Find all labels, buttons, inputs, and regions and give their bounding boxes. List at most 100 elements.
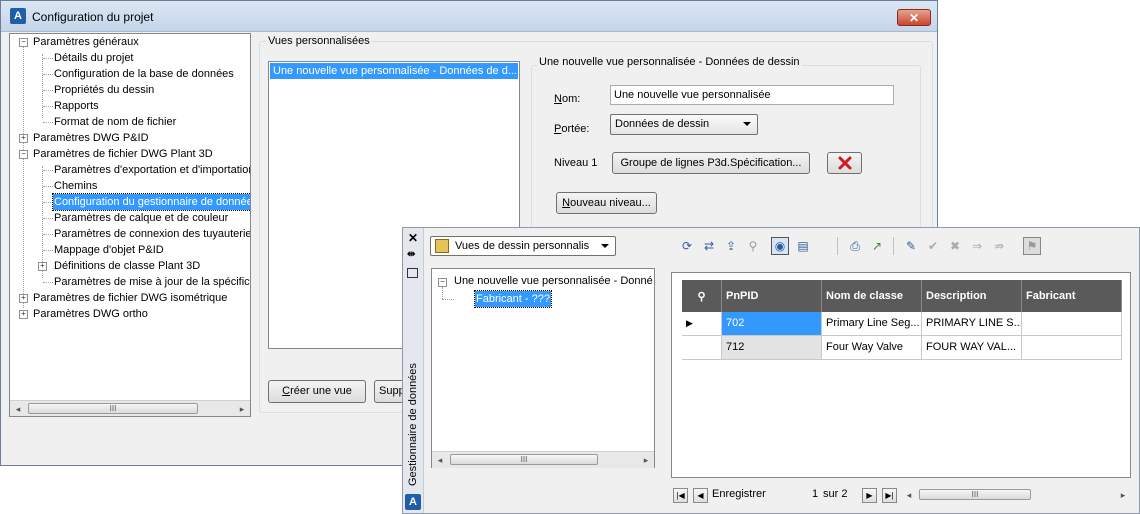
tree-item-plant3d-class-definitions[interactable]: Définitions de classe Plant 3D	[54, 258, 200, 274]
scope-dropdown[interactable]: Données de dessin	[610, 114, 758, 135]
tree-horizontal-scrollbar[interactable]: ◂ III ▸	[432, 451, 654, 468]
red-x-icon	[838, 156, 851, 170]
palette-sidebar: ✕ ⇹ Gestionnaire de données A	[403, 228, 424, 513]
cell-class-name[interactable]: Primary Line Seg...	[822, 312, 922, 336]
tree-item-ortho-dwg-settings[interactable]: Paramètres DWG ortho	[33, 306, 148, 322]
tree-item-manufacturer[interactable]: Fabricant - ???	[474, 290, 552, 308]
filter-icon[interactable]: ⚲	[745, 238, 761, 254]
scroll-thumb[interactable]: III	[28, 403, 198, 414]
tree-item-iso-dwg-settings[interactable]: Paramètres de fichier DWG isométrique	[33, 290, 227, 306]
column-header-manufacturer[interactable]: Fabricant	[1022, 280, 1122, 312]
tree-item-drawing-properties[interactable]: Propriétés du dessin	[54, 82, 154, 98]
tree-item-database-configuration[interactable]: Configuration de la base de données	[54, 66, 234, 82]
tree-item-filename-format[interactable]: Format de nom de fichier	[54, 114, 176, 130]
grid-search-icon[interactable]: ⚲	[682, 280, 722, 312]
close-icon[interactable]: ✕	[408, 231, 418, 245]
column-header-description[interactable]: Description	[922, 280, 1022, 312]
tree-item-general-settings[interactable]: Paramètres généraux	[33, 34, 139, 50]
reject-all-icon[interactable]: ⇏	[991, 238, 1007, 254]
sync-icon[interactable]: ⇄	[701, 238, 717, 254]
tree-item-export-import-settings[interactable]: Paramètres d'exportation et d'importatio…	[54, 162, 250, 178]
collapse-icon[interactable]: −	[438, 278, 447, 287]
expand-icon[interactable]: +	[19, 294, 28, 303]
cell-class-name[interactable]: Four Way Valve	[822, 336, 922, 360]
settings-tree[interactable]: − Paramètres généraux Détails du projet …	[9, 33, 251, 417]
accept-all-icon[interactable]: ⇒	[969, 238, 985, 254]
hide-icon[interactable]: ⚑	[1023, 237, 1041, 255]
record-total: sur 2	[823, 488, 848, 500]
view-name-field[interactable]: Une nouvelle vue personnalisée	[610, 85, 894, 105]
tree-item-layer-color-settings[interactable]: Paramètres de calque et de couleur	[54, 210, 228, 226]
cell-pnpid[interactable]: 712	[722, 336, 822, 360]
tree-horizontal-scrollbar[interactable]: ◂ III ▸	[10, 400, 250, 416]
tree-item-pid-dwg-settings[interactable]: Paramètres DWG P&ID	[33, 130, 149, 146]
column-header-pnpid[interactable]: PnPID	[722, 280, 822, 312]
close-button[interactable]: ✕	[897, 9, 931, 26]
scroll-left-icon[interactable]: ◂	[10, 401, 26, 416]
refresh-icon[interactable]: ⟳	[679, 238, 695, 254]
palette-title: Gestionnaire de données	[407, 363, 419, 486]
scope-label: Portée:	[554, 123, 590, 135]
view-tree[interactable]: − Une nouvelle vue personnalisée - Donné…	[431, 268, 655, 468]
collapse-icon[interactable]: −	[19, 150, 28, 159]
auto-hide-icon[interactable]: ⇹	[407, 249, 415, 260]
column-settings-icon[interactable]: ▤	[795, 238, 811, 254]
scroll-right-icon[interactable]: ▸	[234, 401, 250, 416]
expand-icon[interactable]: +	[19, 310, 28, 319]
tree-item-custom-view[interactable]: Une nouvelle vue personnalisée - Donné	[454, 273, 653, 289]
tree-item-spec-update-settings[interactable]: Paramètres de mise à jour de la spécific…	[54, 274, 250, 290]
scroll-right-icon[interactable]: ▸	[638, 452, 654, 468]
import-icon[interactable]: ↗	[869, 238, 885, 254]
cell-description[interactable]: FOUR WAY VAL...	[922, 336, 1022, 360]
scroll-thumb[interactable]: III	[919, 489, 1031, 500]
view-detail-title: Une nouvelle vue personnalisée - Données…	[537, 56, 802, 68]
data-grid: ⚲ PnPID Nom de classe Description Fabric…	[671, 272, 1131, 478]
print-icon[interactable]: ⎙	[847, 238, 863, 254]
delete-level-button[interactable]	[827, 152, 862, 174]
tree-item-pid-object-mapping[interactable]: Mappage d'objet P&ID	[54, 242, 164, 258]
new-level-button[interactable]: Nouveau niveau...	[556, 192, 657, 214]
accept-icon[interactable]: ✔	[925, 238, 941, 254]
grid-horizontal-scrollbar[interactable]: ◂ III ▸	[901, 487, 1131, 503]
list-item[interactable]: Une nouvelle vue personnalisée - Données…	[270, 63, 518, 79]
drawing-data-icon	[435, 239, 449, 253]
last-record-button[interactable]: ▶|	[882, 488, 897, 503]
expand-icon[interactable]: +	[38, 262, 47, 271]
first-record-button[interactable]: |◀	[673, 488, 688, 503]
column-header-class-name[interactable]: Nom de classe	[822, 280, 922, 312]
cell-description[interactable]: PRIMARY LINE S...	[922, 312, 1022, 336]
tree-item-data-manager-configuration[interactable]: Configuration du gestionnaire de données	[51, 193, 250, 211]
tree-item-pipe-connection-settings[interactable]: Paramètres de connexion des tuyauteries	[54, 226, 250, 242]
title-bar: A Configuration du projet ✕	[1, 1, 937, 32]
cell-manufacturer[interactable]	[1022, 312, 1122, 336]
level1-property-button[interactable]: Groupe de lignes P3d.Spécification...	[612, 152, 810, 174]
reject-icon[interactable]: ✖	[947, 238, 963, 254]
view-selector-dropdown[interactable]: Vues de dessin personnalis	[430, 236, 616, 256]
custom-views-group-label: Vues personnalisées	[266, 35, 372, 47]
tree-item-paths[interactable]: Chemins	[54, 178, 97, 194]
tree-item-reports[interactable]: Rapports	[54, 98, 99, 114]
cell-manufacturer[interactable]	[1022, 336, 1122, 360]
zoom-to-icon[interactable]: ◉	[771, 237, 789, 255]
scroll-thumb[interactable]: III	[450, 454, 598, 465]
app-logo-icon: A	[10, 8, 26, 24]
row-indicator	[682, 336, 722, 360]
edit-icon[interactable]: ✎	[903, 238, 919, 254]
export-icon[interactable]: ⇪	[723, 238, 739, 254]
next-record-button[interactable]: ▶	[862, 488, 877, 503]
app-logo-icon: A	[405, 494, 421, 510]
view-selector-value: Vues de dessin personnalis	[455, 240, 590, 252]
tree-item-project-details[interactable]: Détails du projet	[54, 50, 134, 66]
cell-pnpid[interactable]: 702	[722, 312, 822, 336]
create-view-button[interactable]: Créer une vue	[268, 380, 366, 403]
expand-icon[interactable]: +	[19, 134, 28, 143]
collapse-icon[interactable]: −	[19, 38, 28, 47]
scroll-right-icon[interactable]: ▸	[1115, 487, 1131, 503]
tree-item-plant3d-dwg-settings[interactable]: Paramètres de fichier DWG Plant 3D	[33, 146, 213, 162]
properties-icon[interactable]	[407, 268, 418, 278]
scope-value: Données de dessin	[615, 118, 710, 130]
name-label: Nom:	[554, 93, 581, 105]
previous-record-button[interactable]: ◀	[693, 488, 708, 503]
scroll-left-icon[interactable]: ◂	[901, 487, 917, 503]
scroll-left-icon[interactable]: ◂	[432, 452, 448, 468]
